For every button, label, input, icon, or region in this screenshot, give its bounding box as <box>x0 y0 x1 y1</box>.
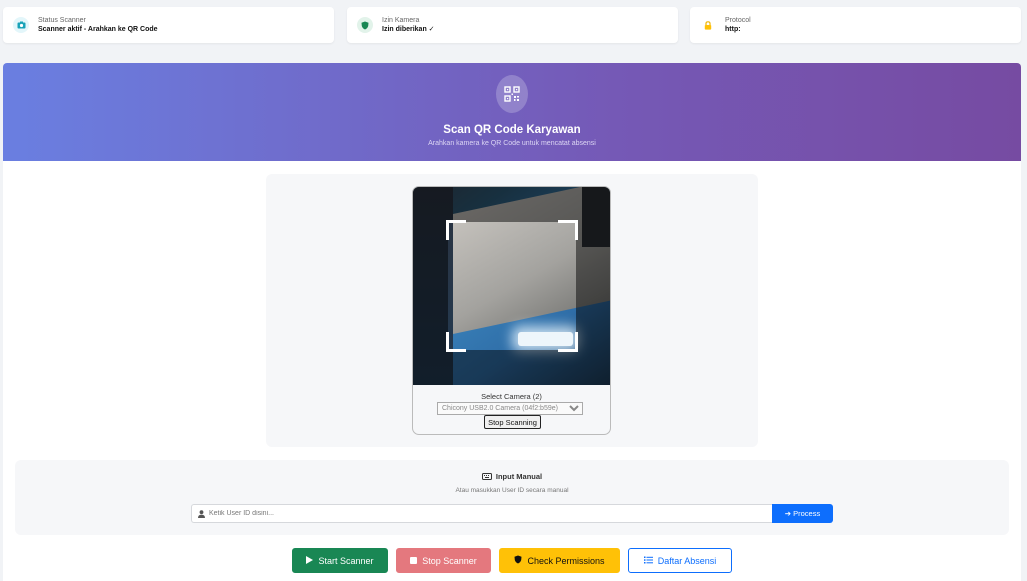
shield-icon <box>357 17 373 33</box>
camera-select[interactable]: Chicony USB2.0 Camera (04f2:b59e) <box>437 402 583 415</box>
camera-select-label: Select Camera (2) <box>481 392 542 401</box>
scan-area: Select Camera (2) Chicony USB2.0 Camera … <box>266 174 758 447</box>
process-button[interactable]: ➔ Process <box>772 504 833 523</box>
list-icon <box>643 556 653 566</box>
check-permissions-button[interactable]: Check Permissions <box>499 548 620 573</box>
status-label: Izin Kamera <box>382 16 420 24</box>
status-label: Protocol <box>725 16 751 24</box>
user-id-field <box>191 504 773 523</box>
page-subtitle: Arahkan kamera ke QR Code untuk mencatat… <box>428 140 596 147</box>
play-icon <box>306 555 314 566</box>
scanner-panel: Scan QR Code Karyawan Arahkan kamera ke … <box>3 63 1021 581</box>
manual-input-section: Input Manual Atau masukkan User ID secar… <box>15 460 1009 535</box>
lock-icon <box>700 17 716 33</box>
status-card-protocol: Protocol http: <box>690 7 1021 43</box>
status-value: Scanner aktif - Arahkan ke QR Code <box>38 25 158 33</box>
user-icon <box>198 505 205 523</box>
status-label: Status Scanner <box>38 16 86 24</box>
start-scanner-label: Start Scanner <box>318 555 374 566</box>
stop-icon <box>410 556 418 566</box>
stop-scanner-label: Stop Scanner <box>422 555 477 566</box>
manual-input-subtitle: Atau masukkan User ID secara manual <box>455 487 569 494</box>
attendance-list-button[interactable]: Daftar Absensi <box>628 548 732 573</box>
scan-region-overlay <box>413 187 610 385</box>
qrcode-icon <box>496 75 528 113</box>
user-id-input[interactable] <box>209 510 749 517</box>
start-scanner-button[interactable]: Start Scanner <box>292 548 388 573</box>
arrow-right-icon: ➔ <box>784 509 792 518</box>
status-card-scanner: Status Scanner Scanner aktif - Arahkan k… <box>3 7 334 43</box>
manual-input-title-text: Input Manual <box>495 472 543 481</box>
page-title: Scan QR Code Karyawan <box>443 124 581 136</box>
status-value: Izin diberikan ✓ <box>382 25 435 33</box>
check-permissions-label: Check Permissions <box>527 555 605 566</box>
shield-icon <box>514 555 522 566</box>
stop-scanning-button[interactable]: Stop Scanning <box>484 415 541 429</box>
stop-scanner-button[interactable]: Stop Scanner <box>396 548 491 573</box>
scan-frame <box>446 220 578 352</box>
keyboard-icon <box>481 472 492 482</box>
status-value: http: <box>725 25 741 33</box>
attendance-list-label: Daftar Absensi <box>657 555 717 566</box>
process-button-label: Process <box>793 509 821 518</box>
scanner-header: Scan QR Code Karyawan Arahkan kamera ke … <box>3 63 1021 161</box>
qr-reader: Select Camera (2) Chicony USB2.0 Camera … <box>412 186 611 435</box>
camera-icon <box>13 17 29 33</box>
status-card-camera-permission: Izin Kamera Izin diberikan ✓ <box>347 7 678 43</box>
manual-input-title: Input Manual <box>15 472 1009 482</box>
